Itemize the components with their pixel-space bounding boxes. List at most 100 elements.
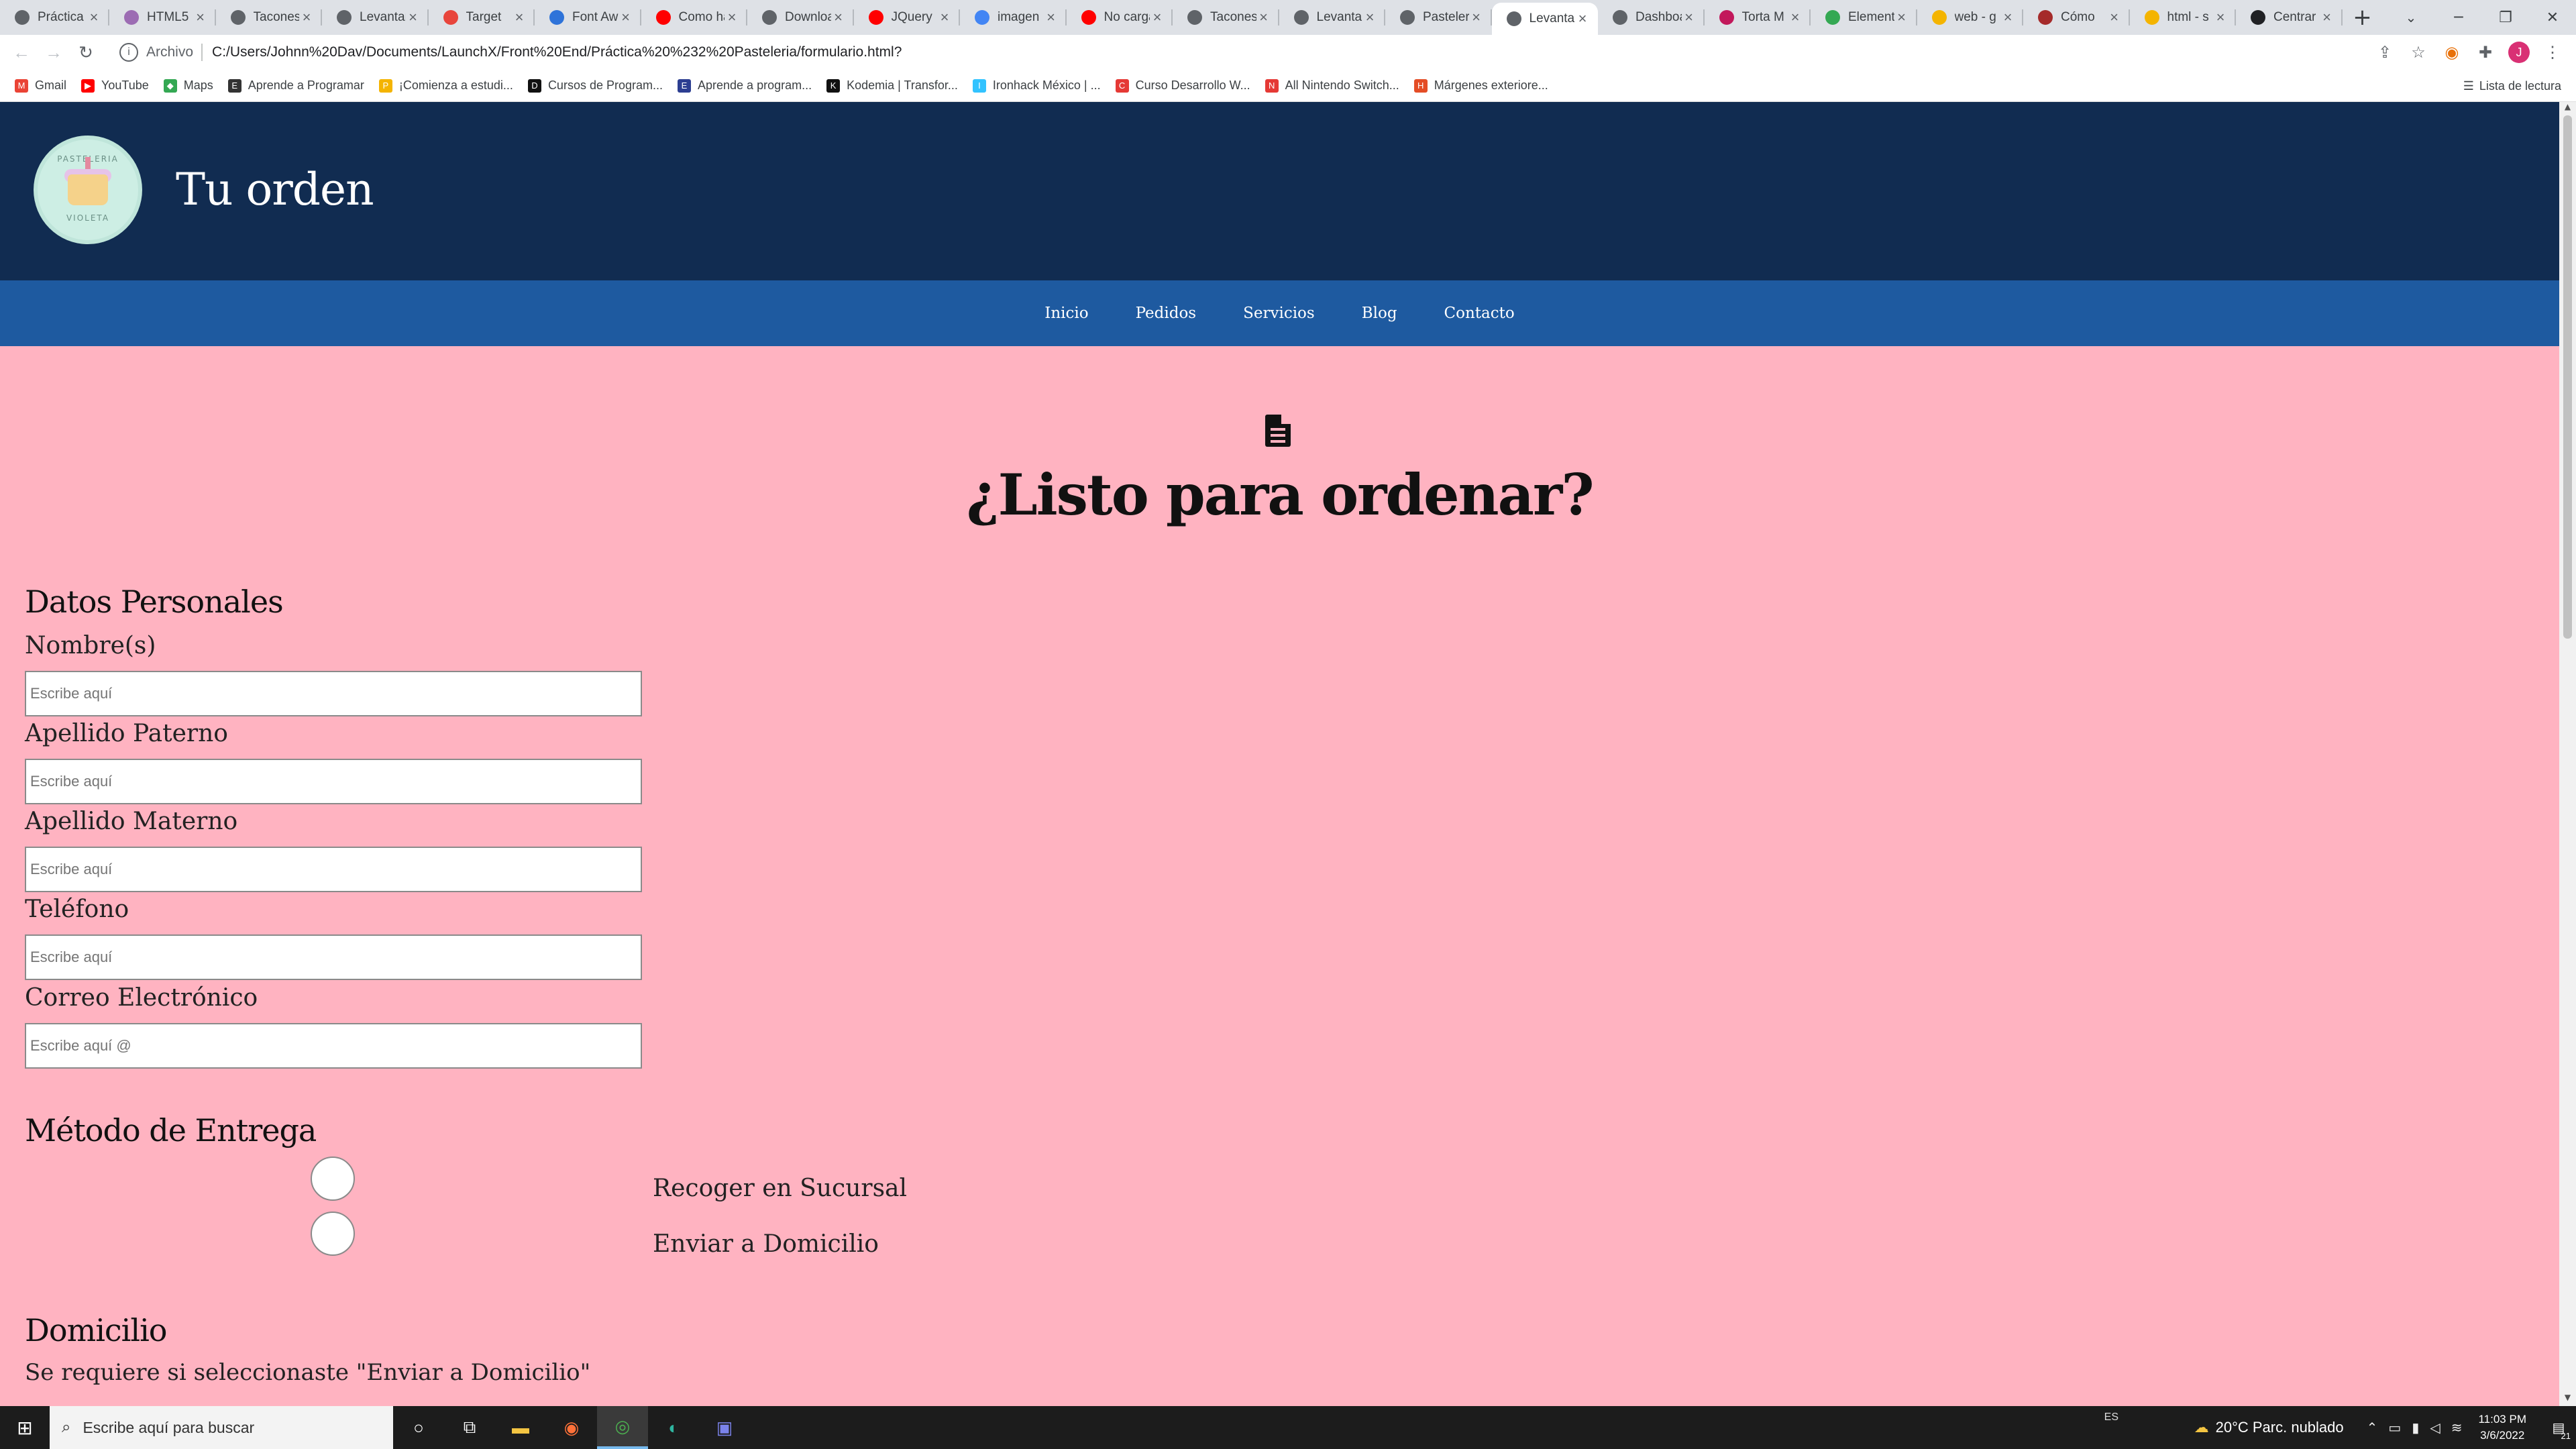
tab-close-icon[interactable]: × xyxy=(619,9,633,26)
new-tab-button[interactable]: + xyxy=(2343,0,2383,35)
share-icon[interactable]: ⇪ xyxy=(2368,35,2402,70)
browser-tab[interactable]: Como hacer× xyxy=(641,0,748,35)
bookmark-item[interactable]: P ¡Comienza a estudi... xyxy=(378,78,513,93)
nav-link-servicios[interactable]: Servicios xyxy=(1243,305,1315,322)
tab-close-icon[interactable]: × xyxy=(1575,10,1590,28)
tab-close-icon[interactable]: × xyxy=(2107,9,2122,26)
info-icon[interactable]: i xyxy=(119,43,138,62)
browser-tab[interactable]: Levantamiento× xyxy=(1491,3,1598,35)
tab-close-icon[interactable]: × xyxy=(1362,9,1377,26)
apellido-paterno-input[interactable] xyxy=(25,759,642,804)
tab-close-icon[interactable]: × xyxy=(2000,9,2015,26)
nav-link-blog[interactable]: Blog xyxy=(1362,305,1397,322)
back-button[interactable]: ← xyxy=(5,35,38,70)
nav-link-inicio[interactable]: Inicio xyxy=(1044,305,1088,322)
volume-icon[interactable]: ◁ xyxy=(2430,1419,2440,1436)
windows-start-icon[interactable]: ⊞ xyxy=(0,1406,50,1449)
browser-tab[interactable]: html - s × xyxy=(2130,0,2237,35)
tab-close-icon[interactable]: × xyxy=(512,9,527,26)
profile-avatar[interactable]: J xyxy=(2502,35,2536,70)
bookmark-item[interactable]: D Cursos de Program... xyxy=(527,78,663,93)
restore-button[interactable]: ❐ xyxy=(2482,0,2529,35)
battery-icon[interactable]: ▮ xyxy=(2412,1419,2419,1436)
extension-badge-icon[interactable]: ◉ xyxy=(2435,35,2469,70)
browser-tab[interactable]: Práctica × xyxy=(0,0,109,35)
address-bar[interactable]: i Archivo C:/Users/Johnn%20Dav/Documents… xyxy=(107,39,2388,66)
network-device-icon[interactable]: ▭ xyxy=(2388,1419,2401,1436)
tab-search-icon[interactable]: ⌄ xyxy=(2391,0,2431,35)
page-scrollbar[interactable]: ▲ ▼ xyxy=(2559,102,2576,1406)
clock[interactable]: 11:03 PM 3/6/2022 xyxy=(2478,1411,2526,1444)
tab-close-icon[interactable]: × xyxy=(299,9,314,26)
browser-tab[interactable]: Elementos× xyxy=(1811,0,1917,35)
bookmark-item[interactable]: C Curso Desarrollo W... xyxy=(1115,78,1250,93)
firefox-icon[interactable]: ◉ xyxy=(546,1406,597,1449)
tab-close-icon[interactable]: × xyxy=(1256,9,1271,26)
browser-tab[interactable]: Target × xyxy=(429,0,535,35)
tab-close-icon[interactable]: × xyxy=(2213,9,2228,26)
browser-tab[interactable]: Cómo × xyxy=(2023,0,2130,35)
bookmark-item[interactable]: E Aprende a program... xyxy=(678,78,812,93)
bookmark-item[interactable]: M Gmail xyxy=(15,78,66,93)
browser-tab[interactable]: Torta M × xyxy=(1705,0,1811,35)
bookmark-item[interactable]: K Kodemia | Transfor... xyxy=(826,78,958,93)
bookmark-star-icon[interactable]: ☆ xyxy=(2402,35,2435,70)
browser-tab[interactable]: imagen × xyxy=(960,0,1067,35)
notification-center-icon[interactable]: ▤ 21 xyxy=(2541,1406,2576,1449)
language-indicator[interactable]: ES xyxy=(2104,1411,2118,1424)
tab-close-icon[interactable]: × xyxy=(724,9,739,26)
reload-button[interactable]: ↻ xyxy=(70,35,102,70)
tab-close-icon[interactable]: × xyxy=(1894,9,1909,26)
telefono-input[interactable] xyxy=(25,934,642,980)
tab-close-icon[interactable]: × xyxy=(1150,9,1165,26)
browser-tab[interactable]: Downloads× xyxy=(747,0,854,35)
apellido-materno-input[interactable] xyxy=(25,847,642,892)
scroll-down-arrow[interactable]: ▼ xyxy=(2559,1393,2576,1406)
browser-tab[interactable]: Dashboard× xyxy=(1598,0,1705,35)
close-window-button[interactable]: ✕ xyxy=(2529,0,2576,35)
tab-close-icon[interactable]: × xyxy=(406,9,421,26)
edge-icon[interactable]: ◐ xyxy=(648,1406,699,1449)
tab-close-icon[interactable]: × xyxy=(1044,9,1059,26)
radio-enviar-domicilio[interactable] xyxy=(311,1212,355,1256)
forward-button[interactable]: → xyxy=(38,35,70,70)
bookmark-item[interactable]: ▶ YouTube xyxy=(81,78,149,93)
browser-tab[interactable]: Levantamiento× xyxy=(1279,0,1386,35)
bookmark-item[interactable]: E Aprende a Programar xyxy=(227,78,364,93)
browser-tab[interactable]: HTML5 × xyxy=(109,0,216,35)
tab-close-icon[interactable]: × xyxy=(2320,9,2334,26)
bakery-logo[interactable]: PASTELERIA VIOLETA xyxy=(38,140,138,240)
nav-link-pedidos[interactable]: Pedidos xyxy=(1136,305,1197,322)
weather-widget[interactable]: ☁ 20°C Parc. nublado xyxy=(2194,1419,2344,1436)
radio-recoger-sucursal[interactable] xyxy=(311,1157,355,1201)
menu-kebab-icon[interactable]: ⋮ xyxy=(2536,35,2569,70)
browser-tab[interactable]: Tacones × xyxy=(1173,0,1279,35)
taskbar-search-box[interactable]: ⌕ Escribe aquí para buscar xyxy=(50,1406,393,1449)
browser-tab[interactable]: JQuery × xyxy=(854,0,961,35)
tab-close-icon[interactable]: × xyxy=(87,9,101,26)
chrome-icon[interactable]: ◎ xyxy=(597,1406,648,1449)
scroll-thumb[interactable] xyxy=(2563,115,2572,639)
tab-close-icon[interactable]: × xyxy=(1682,9,1697,26)
bookmark-item[interactable]: ◆ Maps xyxy=(163,78,213,93)
browser-tab[interactable]: Pastelería× xyxy=(1385,0,1492,35)
browser-tab[interactable]: Centrar × xyxy=(2236,0,2343,35)
browser-tab[interactable]: Font Awesome× xyxy=(535,0,641,35)
wifi-icon[interactable]: ≋ xyxy=(2451,1419,2463,1436)
extensions-puzzle-icon[interactable]: ✚ xyxy=(2469,35,2502,70)
nav-link-contacto[interactable]: Contacto xyxy=(1444,305,1515,322)
tab-close-icon[interactable]: × xyxy=(1469,9,1484,26)
bookmark-item[interactable]: I Ironhack México | ... xyxy=(972,78,1101,93)
cortana-icon[interactable]: ○ xyxy=(393,1406,444,1449)
file-explorer-icon[interactable]: ▬ xyxy=(495,1406,546,1449)
tab-close-icon[interactable]: × xyxy=(831,9,846,26)
tab-close-icon[interactable]: × xyxy=(193,9,208,26)
nombre-input[interactable] xyxy=(25,671,642,716)
browser-tab[interactable]: Tacones × xyxy=(216,0,323,35)
show-hidden-icons-icon[interactable]: ⌃ xyxy=(2367,1419,2378,1436)
bookmark-item[interactable]: H Márgenes exteriore... xyxy=(1413,78,1548,93)
correo-input[interactable] xyxy=(25,1023,642,1069)
browser-tab[interactable]: Levantamiento× xyxy=(322,0,429,35)
scroll-up-arrow[interactable]: ▲ xyxy=(2559,102,2576,115)
browser-tab[interactable]: No carga× xyxy=(1067,0,1173,35)
